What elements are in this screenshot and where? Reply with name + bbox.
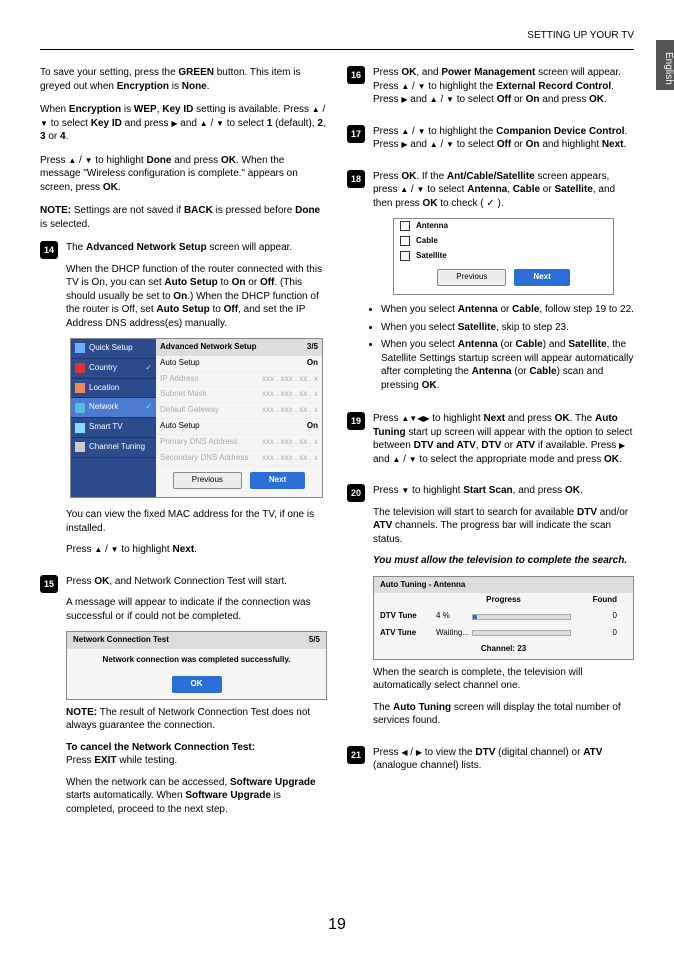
arrow-down-icon [409, 454, 417, 465]
bullet-list: When you select Antenna or Cable, follow… [381, 303, 634, 392]
antenna-cable-satellite-dialog: Antenna Cable Satellite Previous Next [393, 218, 614, 295]
step-18: 18 Press OK. If the Ant/Cable/Satellite … [347, 170, 634, 403]
bullet-2: When you select Satellite, skip to step … [381, 321, 634, 335]
setup-main-panel: Advanced Network Setup3/5 Auto SetupOn I… [156, 339, 322, 497]
para-done: Press / to highlight Done and press OK. … [40, 154, 327, 195]
arrow-up-icon [392, 454, 400, 465]
arrow-up-icon [68, 155, 76, 166]
step-number-16: 16 [347, 66, 365, 84]
arrow-down-icon [418, 126, 426, 137]
progress-bar [472, 614, 571, 620]
step-number-14: 14 [40, 241, 58, 259]
arrow-down-icon [40, 118, 48, 129]
check-icon [486, 198, 494, 209]
para-warning: You must allow the television to complet… [373, 554, 634, 568]
step-16: 16 Press OK, and Power Management screen… [347, 66, 634, 115]
bullet-3: When you select Antenna (or Cable) and S… [381, 338, 634, 392]
para-wep: When Encryption is WEP, Key ID setting i… [40, 103, 327, 144]
network-icon [75, 403, 85, 413]
page-number: 19 [0, 916, 674, 934]
antenna-icon [75, 442, 85, 452]
atv-tune-row: ATV Tune Waiting... 0 [374, 625, 633, 642]
progress-fill [473, 615, 477, 619]
para-highlight-next: Press / to highlight Next. [66, 543, 327, 557]
step-20: 20 Press to highlight Start Scan, and pr… [347, 484, 634, 735]
arrow-up-icon [200, 118, 208, 129]
sidebar-country[interactable]: Country✓ [71, 359, 156, 379]
para-mac: You can view the fixed MAC address for t… [66, 508, 327, 535]
arrow-down-icon [446, 139, 454, 150]
arrow-up-icon [400, 184, 408, 195]
option-antenna[interactable]: Antenna [394, 219, 613, 234]
step-21: 21 Press / to view the DTV (digital chan… [347, 746, 634, 781]
bullet-1: When you select Antenna or Cable, follow… [381, 303, 634, 317]
ok-button[interactable]: OK [172, 676, 222, 693]
page: SETTING UP YOUR TV English To save your … [0, 0, 674, 954]
row-auto-setup[interactable]: Auto SetupOn [156, 356, 322, 372]
sidebar-quick-setup[interactable]: Quick Setup [71, 339, 156, 359]
arrow-up-icon [401, 81, 409, 92]
row-auto-setup-2[interactable]: Auto SetupOn [156, 419, 322, 435]
step-number-17: 17 [347, 125, 365, 143]
arrow-down-icon [418, 81, 426, 92]
arrow-up-icon [430, 139, 438, 150]
checkbox-icon [400, 236, 410, 246]
arrow-up-icon [312, 104, 320, 115]
arrow-down-icon [85, 155, 93, 166]
step-17: 17 Press / to highlight the Companion De… [347, 125, 634, 160]
network-test-dialog: Network Connection Test5/5 Network conne… [66, 631, 327, 699]
arrow-up-icon [430, 94, 438, 105]
cloud-icon [75, 423, 85, 433]
dtv-tune-row: DTV Tune 4 % 0 [374, 608, 633, 625]
auto-tuning-dialog: Auto Tuning - Antenna ProgressFound DTV … [373, 576, 634, 660]
arrow-right-icon [619, 440, 625, 451]
previous-button[interactable]: Previous [437, 269, 506, 286]
row-dns2: Secondary DNS Addressxxx . xxx . xx . x [156, 451, 322, 467]
right-column: 16 Press OK, and Power Management screen… [347, 66, 634, 834]
setup-sidebar: Quick Setup Country✓ Location Network✓ S… [71, 339, 156, 497]
step-number-20: 20 [347, 484, 365, 502]
columns: To save your setting, press the GREEN bu… [40, 66, 634, 834]
row-ip: IP Addressxxx . xxx . xx . x [156, 372, 322, 388]
step-14: 14 The Advanced Network Setup screen wil… [40, 241, 327, 565]
step-number-15: 15 [40, 575, 58, 593]
arrow-up-icon [401, 126, 409, 137]
arrow-up-icon [94, 544, 102, 555]
step-number-18: 18 [347, 170, 365, 188]
home-icon [75, 383, 85, 393]
sidebar-network[interactable]: Network✓ [71, 398, 156, 418]
menu-icon [75, 343, 85, 353]
sidebar-smart-tv[interactable]: Smart TV [71, 418, 156, 438]
header-rule [40, 49, 634, 50]
checkbox-icon [400, 221, 410, 231]
next-button[interactable]: Next [250, 472, 305, 489]
step-19: 19 Press to highlight Next and press OK.… [347, 412, 634, 474]
sidebar-channel-tuning[interactable]: Channel Tuning [71, 438, 156, 458]
left-column: To save your setting, press the GREEN bu… [40, 66, 327, 834]
row-dns1: Primary DNS Addressxxx . xxx . xx . x [156, 435, 322, 451]
step-number-21: 21 [347, 746, 365, 764]
step-number-19: 19 [347, 412, 365, 430]
arrow-down-icon [111, 544, 119, 555]
language-tab: English [656, 40, 674, 90]
arrow-down-icon [409, 413, 417, 424]
advanced-network-setup-table: Quick Setup Country✓ Location Network✓ S… [70, 338, 323, 498]
row-gateway: Default Gatewayxxx . xxx . xx . x [156, 403, 322, 419]
step-15: 15 Press OK, and Network Connection Test… [40, 575, 327, 824]
arrow-down-icon [446, 94, 454, 105]
option-cable[interactable]: Cable [394, 234, 613, 249]
progress-bar [472, 630, 571, 636]
checkbox-icon [400, 251, 410, 261]
flag-icon [75, 363, 85, 373]
next-button[interactable]: Next [514, 269, 569, 286]
option-satellite[interactable]: Satellite [394, 249, 613, 264]
previous-button[interactable]: Previous [173, 472, 242, 489]
para-save-setting: To save your setting, press the GREEN bu… [40, 66, 327, 93]
header-section: SETTING UP YOUR TV [40, 30, 634, 41]
arrow-left-icon [401, 747, 407, 758]
sidebar-location[interactable]: Location [71, 379, 156, 399]
para-note-back: NOTE: Settings are not saved if BACK is … [40, 204, 327, 231]
arrow-down-icon [216, 118, 224, 129]
row-subnet: Subnet Maskxxx . xxx . xx . x [156, 387, 322, 403]
